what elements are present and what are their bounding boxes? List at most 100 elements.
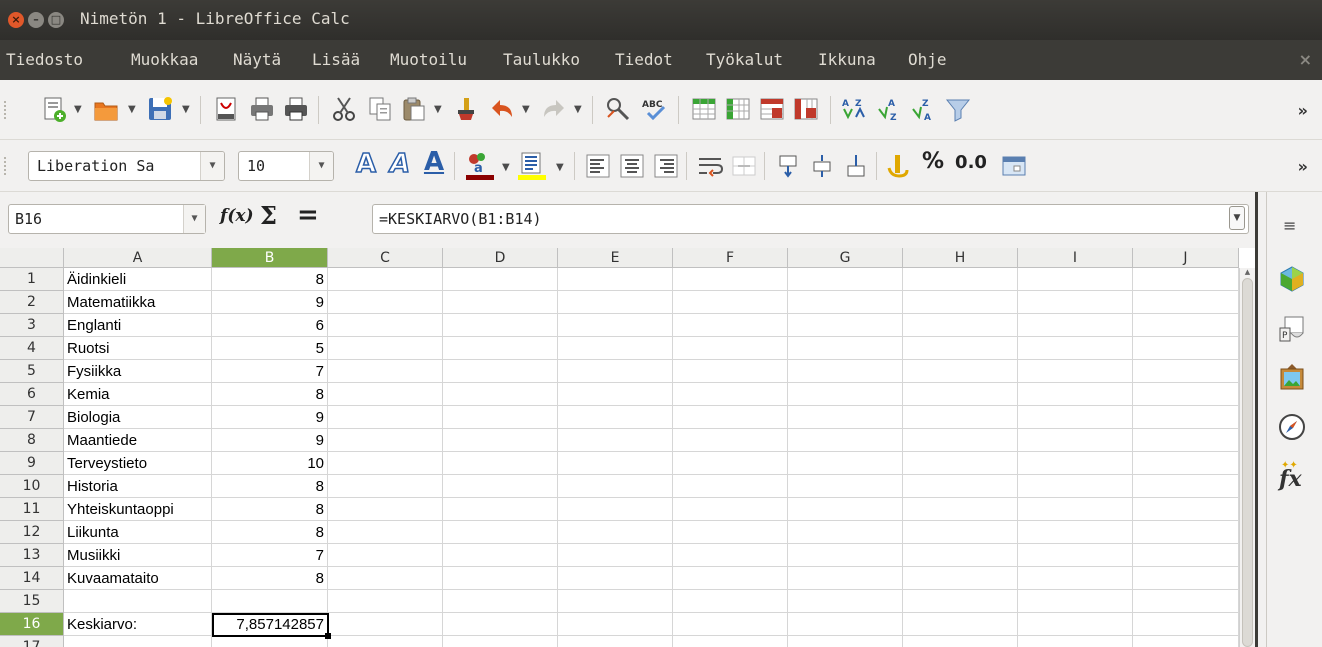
chevron-down-icon[interactable]: ▼ — [183, 205, 205, 233]
row-header[interactable]: 4 — [0, 337, 64, 360]
scrollbar-thumb[interactable] — [1242, 278, 1253, 647]
column-header-f[interactable]: F — [673, 248, 788, 268]
bold-icon[interactable]: A — [352, 148, 380, 180]
cell-b[interactable]: 8 — [212, 475, 324, 498]
cell-a[interactable]: Musiikki — [67, 544, 209, 567]
new-document-icon[interactable] — [40, 95, 68, 123]
row-header[interactable]: 8 — [0, 429, 64, 452]
cell-b[interactable]: 8 — [212, 567, 324, 590]
cell-a[interactable] — [67, 590, 209, 613]
column-header-c[interactable]: C — [328, 248, 443, 268]
redo-dropdown-arrow[interactable]: ▼ — [574, 104, 582, 115]
row-header[interactable]: 2 — [0, 291, 64, 314]
copy-icon[interactable] — [366, 95, 394, 123]
open-dropdown-arrow[interactable]: ▼ — [128, 104, 136, 115]
italic-icon[interactable]: A — [386, 148, 414, 180]
column-header-g[interactable]: G — [788, 248, 903, 268]
formula-button[interactable]: = — [297, 200, 319, 230]
menu-view[interactable]: Näytä — [233, 50, 281, 69]
scroll-up-icon[interactable]: ▲ — [1242, 268, 1253, 276]
toolbar-overflow-button[interactable]: » — [1298, 101, 1308, 120]
row-header[interactable]: 12 — [0, 521, 64, 544]
redo-icon[interactable] — [540, 95, 568, 123]
active-cell-cursor[interactable] — [212, 613, 329, 637]
expand-formula-bar-button[interactable]: ▼ — [1229, 206, 1245, 230]
chevron-down-icon[interactable]: ▼ — [309, 152, 333, 180]
menu-edit[interactable]: Muokkaa — [131, 50, 198, 69]
merge-cells-icon[interactable] — [730, 152, 758, 180]
cut-icon[interactable] — [330, 95, 358, 123]
row-header[interactable]: 1 — [0, 268, 64, 291]
cell-a[interactable]: Liikunta — [67, 521, 209, 544]
new-dropdown-arrow[interactable]: ▼ — [74, 104, 82, 115]
toolbar-grip[interactable] — [4, 101, 10, 119]
menu-sheet[interactable]: Taulukko — [503, 50, 580, 69]
row-header[interactable]: 5 — [0, 360, 64, 383]
vertical-scrollbar[interactable]: ▲ — [1239, 268, 1255, 647]
menu-tools[interactable]: Työkalut — [706, 50, 783, 69]
select-all-corner[interactable] — [0, 248, 64, 268]
cell-a[interactable] — [67, 636, 209, 647]
row-header[interactable]: 9 — [0, 452, 64, 475]
align-left-icon[interactable] — [584, 152, 612, 180]
cell-a[interactable]: Historia — [67, 475, 209, 498]
date-format-icon[interactable] — [1000, 152, 1028, 180]
toolbar-grip[interactable] — [4, 157, 10, 175]
row-header[interactable]: 16 — [0, 613, 64, 636]
percent-format-icon[interactable]: % — [918, 149, 948, 174]
cell-b[interactable]: 8 — [212, 521, 324, 544]
find-replace-icon[interactable] — [604, 95, 632, 123]
wrap-text-icon[interactable] — [696, 152, 724, 180]
row-header[interactable]: 14 — [0, 567, 64, 590]
font-size-box[interactable]: 10 ▼ — [238, 151, 334, 181]
cell-a[interactable]: Maantiede — [67, 429, 209, 452]
styles-icon[interactable]: P — [1277, 314, 1307, 344]
cell-b[interactable]: 10 — [212, 452, 324, 475]
align-bottom-icon[interactable] — [842, 152, 870, 180]
menu-data[interactable]: Tiedot — [615, 50, 673, 69]
underline-icon[interactable]: A — [420, 147, 448, 177]
align-right-icon[interactable] — [652, 152, 680, 180]
name-box[interactable]: B16 ▼ — [8, 204, 206, 234]
spellcheck-icon[interactable]: ABC — [640, 95, 668, 123]
autofilter-icon[interactable] — [944, 95, 972, 123]
delete-column-icon[interactable] — [792, 95, 820, 123]
undo-icon[interactable] — [488, 95, 516, 123]
document-close-button[interactable]: × — [1299, 50, 1312, 69]
menu-insert[interactable]: Lisää — [312, 50, 360, 69]
save-dropdown-arrow[interactable]: ▼ — [182, 104, 190, 115]
cell-b[interactable]: 8 — [212, 383, 324, 406]
sum-button[interactable]: Σ — [260, 201, 277, 230]
highlight-dropdown-arrow[interactable]: ▼ — [502, 162, 510, 173]
row-icon[interactable] — [690, 95, 718, 123]
currency-format-icon[interactable] — [884, 152, 912, 180]
highlighting-color-icon[interactable]: a — [464, 150, 496, 182]
window-minimize-button[interactable]: – — [28, 12, 44, 28]
row-header[interactable]: 17 — [0, 636, 64, 647]
gallery-icon[interactable] — [1277, 362, 1307, 392]
number-format-icon[interactable]: 0.0 — [950, 152, 992, 173]
undo-dropdown-arrow[interactable]: ▼ — [522, 104, 530, 115]
cell-b[interactable]: 6 — [212, 314, 324, 337]
cell-b[interactable]: 7 — [212, 544, 324, 567]
cell-a[interactable]: Biologia — [67, 406, 209, 429]
cell-a[interactable]: Matematiikka — [67, 291, 209, 314]
sidebar-menu-icon[interactable]: ≡ — [1283, 216, 1296, 235]
column-header-d[interactable]: D — [443, 248, 558, 268]
delete-row-icon[interactable] — [758, 95, 786, 123]
column-header-a[interactable]: A — [64, 248, 212, 268]
cell-a[interactable]: Englanti — [67, 314, 209, 337]
cell-b[interactable]: 8 — [212, 498, 324, 521]
row-header[interactable]: 15 — [0, 590, 64, 613]
paste-dropdown-arrow[interactable]: ▼ — [434, 104, 442, 115]
export-pdf-icon[interactable] — [212, 95, 240, 123]
column-header-h[interactable]: H — [903, 248, 1018, 268]
save-icon[interactable] — [146, 95, 174, 123]
column-header-j[interactable]: J — [1133, 248, 1239, 268]
print-icon[interactable] — [248, 95, 276, 123]
row-header[interactable]: 7 — [0, 406, 64, 429]
column-header-e[interactable]: E — [558, 248, 673, 268]
cell-b[interactable]: 5 — [212, 337, 324, 360]
toolbar-overflow-button[interactable]: » — [1298, 157, 1308, 176]
cell-b[interactable] — [212, 636, 324, 647]
